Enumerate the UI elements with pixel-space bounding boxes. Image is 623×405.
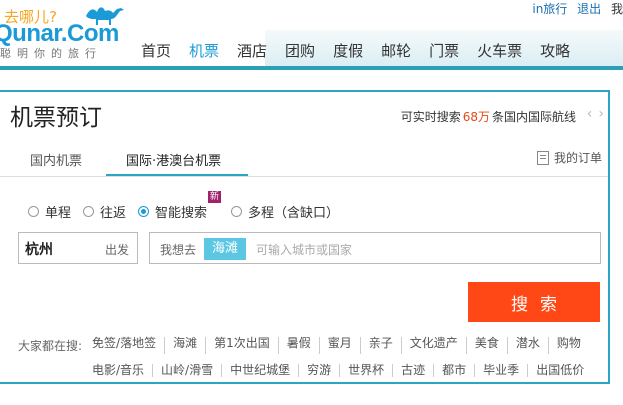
chevron-left-icon[interactable]: ‹ — [587, 106, 593, 122]
radio-circle-icon[interactable] — [83, 206, 95, 217]
carousel-arrows: ‹ › — [581, 106, 604, 122]
radio-label: 智能搜索 — [155, 206, 208, 221]
logo-slogan: 聪明你的旅行 — [0, 47, 102, 60]
hot-search-link[interactable]: 毕业季 — [475, 364, 529, 377]
hot-search-link[interactable]: 暑假 — [279, 337, 320, 354]
hot-search-link[interactable]: 免签/落地签 — [84, 337, 166, 354]
realtime-count: 68万 — [462, 110, 490, 124]
departure-city: 杭州 — [25, 242, 53, 258]
hot-search-link[interactable]: 亲子 — [361, 337, 402, 354]
hot-search-link[interactable]: 世界杯 — [340, 364, 394, 377]
nav-train[interactable]: 火车票 — [477, 40, 522, 62]
nav-vacation[interactable]: 度假 — [333, 40, 363, 62]
hot-search-link[interactable]: 中世纪城堡 — [222, 364, 300, 377]
nav-home[interactable]: 首页 — [141, 40, 171, 62]
hot-search-link[interactable]: 海滩 — [165, 337, 207, 354]
destination-placeholder: 可输入城市或国家 — [256, 243, 353, 257]
radio-multi-city[interactable]: 多程（含缺口） — [231, 202, 339, 221]
search-button[interactable]: 搜索 — [468, 282, 600, 322]
my-orders-label: 我的订单 — [553, 151, 602, 165]
flight-booking-panel: 机票预订 可实时搜索 68万 条国内国际航线 ‹ › 国内机票 国际·港澳台机票 我的… — [0, 90, 610, 384]
nav-tickets[interactable]: 门票 — [429, 40, 459, 62]
hot-search-link[interactable]: 第1次出国 — [206, 337, 279, 354]
nav-guides[interactable]: 攻略 — [540, 40, 570, 62]
destination-field[interactable]: 我想去 海滩 可输入城市或国家 — [149, 232, 601, 264]
hot-search-link[interactable]: 蜜月 — [320, 337, 361, 354]
radio-round-trip[interactable]: 往返 — [83, 202, 126, 221]
hot-search-link[interactable]: 出国低价 — [528, 364, 592, 377]
radio-label: 往返 — [100, 206, 127, 221]
hot-searches-row-2: 电影/音乐 山岭/滑雪 中世纪城堡 穷游 世界杯 古迹 都市 毕业季 出国低价 — [84, 364, 592, 377]
document-icon — [536, 150, 549, 165]
realtime-prefix: 可实时搜索 — [400, 110, 461, 124]
radio-smart-search[interactable]: 智能搜索 新 — [138, 191, 222, 221]
main-nav: 首页 机票 酒店 团购 度假 邮轮 门票 火车票 攻略 — [141, 40, 588, 62]
nav-flights[interactable]: 机票 — [189, 40, 219, 62]
realtime-search-info: 可实时搜索 68万 条国内国际航线 — [401, 108, 576, 125]
site-header: 去哪儿? Qunar.Com 聪明你的旅行 in旅行 退出 我 首页 机票 酒店… — [0, 0, 623, 70]
logout-link[interactable]: 退出 — [577, 2, 601, 16]
trip-type-options: 单程 往返 智能搜索 新 多程（含缺口） — [28, 191, 351, 221]
nav-cruise[interactable]: 邮轮 — [381, 40, 411, 62]
my-orders-link[interactable]: 我的订单 — [536, 149, 602, 166]
new-badge: 新 — [208, 191, 222, 203]
hot-search-link[interactable]: 潜水 — [508, 337, 549, 354]
destination-label: 我想去 — [160, 243, 197, 257]
logo-brand[interactable]: Qunar.Com — [0, 20, 119, 48]
top-links: in旅行 退出 我 — [526, 0, 623, 17]
hot-search-link[interactable]: 电影/音乐 — [84, 364, 154, 377]
destination-tag[interactable]: 海滩 — [204, 238, 247, 260]
hot-searches-row-1: 大家都在搜: 免签/落地签 海滩 第1次出国 暑假 蜜月 亲子 文化遗产 美食 … — [18, 337, 589, 354]
hot-search-link[interactable]: 古迹 — [393, 364, 435, 377]
hot-searches-label: 大家都在搜: — [18, 339, 83, 353]
radio-circle-icon[interactable] — [28, 206, 39, 217]
my-link[interactable]: 我 — [611, 2, 623, 16]
nav-hotels[interactable]: 酒店 — [237, 40, 267, 62]
radio-one-way[interactable]: 单程 — [28, 202, 71, 221]
hot-search-link[interactable]: 美食 — [467, 337, 508, 354]
departure-field[interactable]: 杭州 出发 — [18, 232, 138, 264]
hot-search-link[interactable]: 购物 — [549, 337, 589, 354]
hot-search-link[interactable]: 穷游 — [299, 364, 341, 377]
page-title: 机票预订 — [10, 105, 102, 131]
hot-search-link[interactable]: 文化遗产 — [402, 337, 467, 354]
radio-label: 多程（含缺口） — [248, 206, 340, 221]
header-divider — [0, 66, 623, 70]
nav-groupbuy[interactable]: 团购 — [285, 40, 315, 62]
realtime-suffix: 条国内国际航线 — [491, 110, 576, 124]
tab-international[interactable]: 国际·港澳台机票 — [126, 150, 221, 169]
hot-search-link[interactable]: 山岭/滑雪 — [153, 364, 223, 377]
chevron-right-icon[interactable]: › — [598, 106, 604, 122]
hot-search-link[interactable]: 都市 — [434, 364, 476, 377]
radio-circle-checked-icon[interactable] — [138, 206, 150, 217]
radio-circle-icon[interactable] — [231, 206, 243, 217]
flight-type-tabs: 国内机票 国际·港澳台机票 我的订单 — [0, 140, 608, 177]
tab-domestic[interactable]: 国内机票 — [30, 150, 82, 169]
active-tab-indicator — [106, 174, 248, 176]
radio-label: 单程 — [45, 206, 72, 221]
departure-label: 出发 — [104, 243, 129, 257]
travel-link[interactable]: in旅行 — [532, 2, 567, 16]
